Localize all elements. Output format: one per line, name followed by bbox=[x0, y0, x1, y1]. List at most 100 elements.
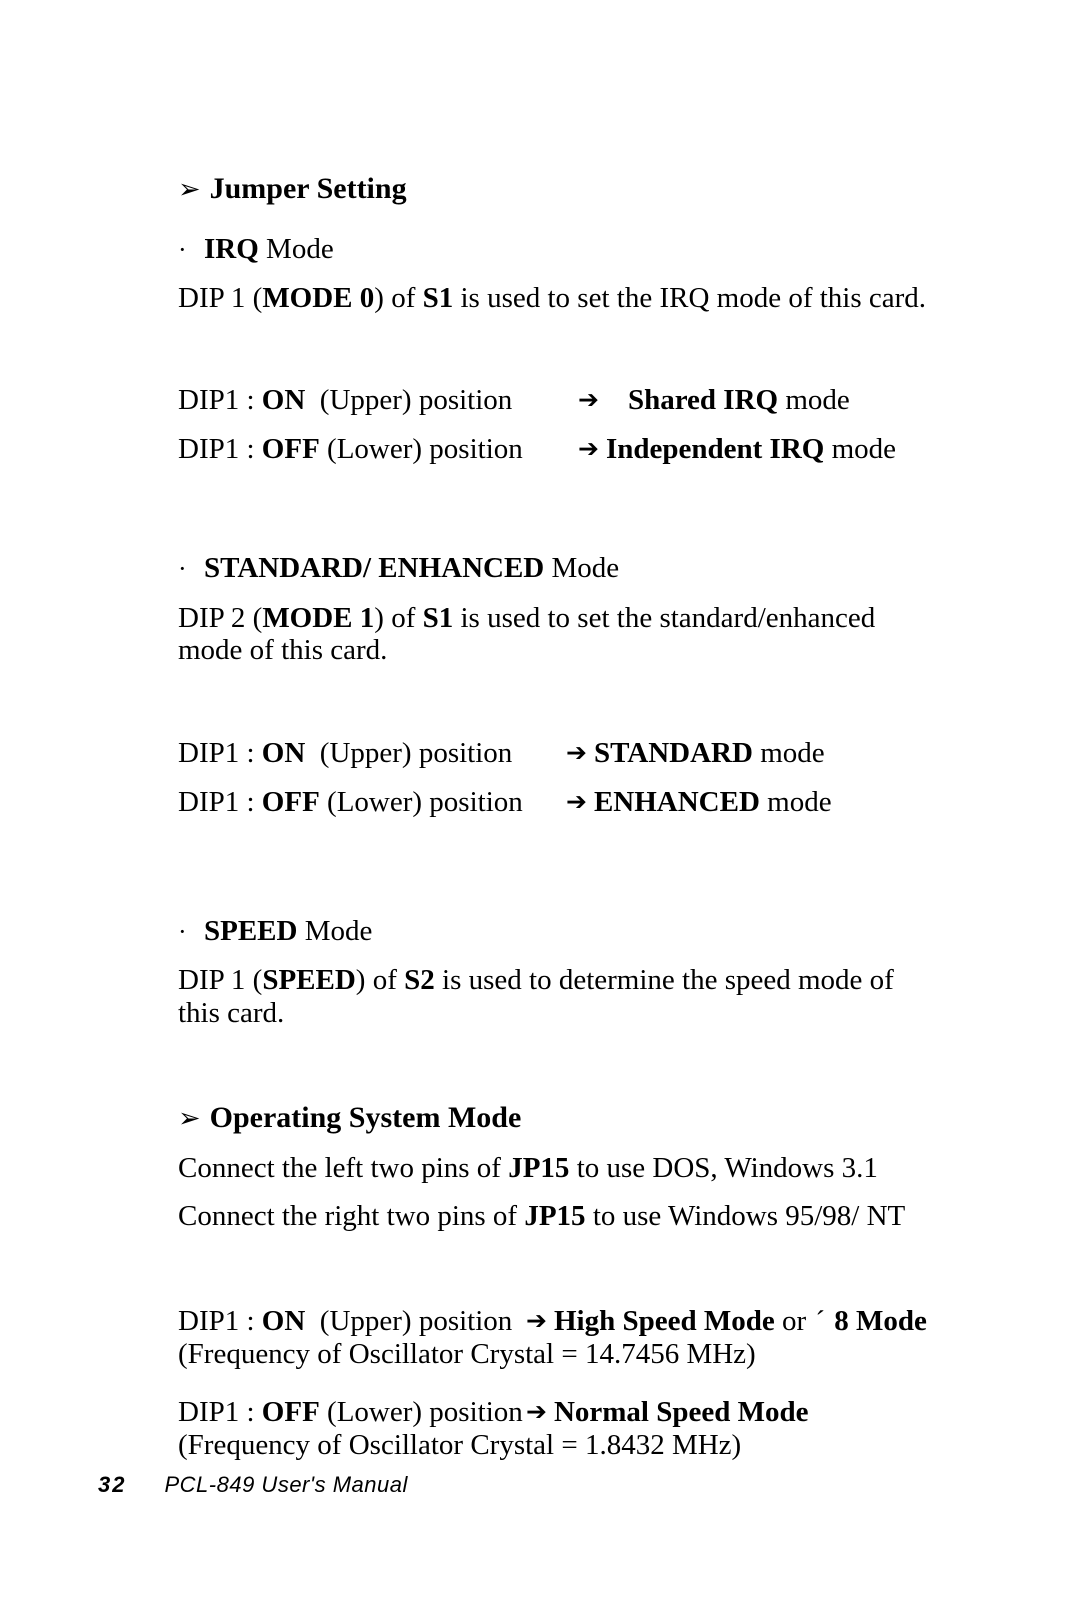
subheading-speed-mode: · SPEED Mode bbox=[178, 915, 968, 948]
dip-row-high-speed-right: ➔ High Speed Mode or ´ 8 Mode bbox=[526, 1305, 927, 1338]
paragraph-irq-description: DIP 1 (MODE 0) of S1 is used to set the … bbox=[178, 282, 968, 314]
arrow-right-icon: ➔ bbox=[526, 1397, 547, 1427]
dip-row-irq-on-left: DIP1 : ON (Upper) position bbox=[178, 384, 578, 417]
dip-result-rest: mode bbox=[759, 785, 832, 818]
dip-row-normal-speed-left: DIP1 : OFF (Lower) position bbox=[178, 1396, 526, 1429]
arrow-right-icon: ➔ bbox=[578, 385, 599, 415]
dip-result-bold: Shared IRQ bbox=[627, 384, 779, 417]
dip-row-irq-off: DIP1 : OFF (Lower) position ➔ Independent… bbox=[178, 433, 968, 466]
heading-operating-system-mode: ➢ Operating System Mode bbox=[178, 1101, 968, 1136]
dip-result-bold2: 8 Mode bbox=[827, 1304, 927, 1337]
dip-result-bold: High Speed Mode bbox=[553, 1304, 775, 1337]
speed-desc-b1: SPEED bbox=[262, 964, 356, 997]
dip-position: (Lower) position bbox=[319, 785, 523, 818]
connect-left-p1: Connect the left two pins of bbox=[178, 1151, 509, 1184]
dip-row-irq-on-right: ➔ Shared IRQ mode bbox=[578, 384, 850, 417]
dip-row-enhanced-right: ➔ ENHANCED mode bbox=[566, 786, 832, 819]
connect-left-b1: JP15 bbox=[508, 1151, 570, 1184]
irq-desc-b1: MODE 0 bbox=[262, 281, 375, 314]
speed-desc-p2: ) of bbox=[355, 964, 405, 997]
dip-row-normal-speed-right: ➔ Normal Speed Mode bbox=[526, 1396, 808, 1429]
se-desc-p1: DIP 2 ( bbox=[178, 601, 263, 634]
connect-left-p2: to use DOS, Windows 3.1 bbox=[569, 1151, 878, 1184]
subheading-speed-mode-rest: Mode bbox=[297, 914, 373, 947]
note-oscillator-high: (Frequency of Oscillator Crystal = 14.74… bbox=[178, 1337, 756, 1370]
dip-row-irq-off-right: ➔ Independent IRQ mode bbox=[578, 433, 896, 466]
dip-result-rest: mode bbox=[778, 384, 850, 417]
arrow-right-icon: ➔ bbox=[566, 786, 587, 816]
dip-state: ON bbox=[261, 736, 306, 769]
se-desc-b1: MODE 1 bbox=[262, 601, 375, 634]
dip-prefix: DIP1 : bbox=[178, 736, 262, 769]
dip-position: (Upper) position bbox=[305, 1304, 513, 1337]
dip-state: ON bbox=[261, 1304, 306, 1337]
subheading-irq-mode-bold: IRQ bbox=[204, 232, 259, 265]
connect-right-p1: Connect the right two pins of bbox=[178, 1200, 525, 1233]
dip-result-bold: STANDARD bbox=[593, 736, 753, 769]
dip-prefix: DIP1 : bbox=[178, 433, 262, 466]
subheading-speed-mode-bold: SPEED bbox=[204, 914, 298, 947]
dip-result-bold: ENHANCED bbox=[593, 785, 760, 818]
dip-result-rest: mode bbox=[752, 736, 825, 769]
connect-right-p2: to use Windows 95/98/ NT bbox=[585, 1200, 906, 1233]
dip-state: ON bbox=[261, 384, 306, 417]
se-desc-p2: ) of bbox=[374, 601, 423, 634]
dip-position: (Upper) position bbox=[305, 384, 513, 417]
page-content: ➢ Jumper Setting · IRQ Mode DIP 1 (MODE 0… bbox=[178, 172, 968, 1462]
arrow-right-icon: ➔ bbox=[578, 434, 599, 464]
dip-row-normal-speed: DIP1 : OFF (Lower) position ➔ Normal Spee… bbox=[178, 1396, 968, 1429]
middle-dot-icon: · bbox=[178, 234, 187, 264]
heading-jumper-setting-label: Jumper Setting bbox=[209, 172, 407, 205]
subheading-irq-mode-rest: Mode bbox=[258, 232, 334, 265]
dip-state: OFF bbox=[261, 785, 320, 818]
dip-row-enhanced: DIP1 : OFF (Lower) position ➔ ENHANCED mo… bbox=[178, 786, 968, 819]
dip-prefix: DIP1 : bbox=[178, 384, 262, 417]
heading-operating-system-mode-label: Operating System Mode bbox=[209, 1101, 522, 1135]
paragraph-standard-enhanced-description: DIP 2 (MODE 1) of S1 is used to set the … bbox=[178, 602, 938, 667]
wingding-arrowhead-icon: ➢ bbox=[178, 174, 201, 204]
dip-prefix: DIP1 : bbox=[178, 1396, 262, 1429]
irq-desc-p2: ) of bbox=[374, 281, 423, 314]
dip-row-irq-on: DIP1 : ON (Upper) position ➔ Shared IRQ m… bbox=[178, 384, 968, 417]
dip-result-mid: or bbox=[774, 1304, 814, 1337]
irq-desc-b2: S1 bbox=[422, 281, 454, 314]
irq-desc-p1: DIP 1 ( bbox=[178, 281, 263, 314]
se-desc-b2: S1 bbox=[422, 601, 454, 634]
dip-position: (Upper) position bbox=[305, 736, 513, 769]
page-number: 32 bbox=[98, 1472, 127, 1497]
subheading-standard-enhanced-mode: · STANDARD/ ENHANCED Mode bbox=[178, 552, 968, 585]
heading-jumper-setting: ➢ Jumper Setting bbox=[178, 172, 968, 207]
dip-prefix: DIP1 : bbox=[178, 785, 262, 818]
page-footer: 32 PCL-849 User's Manual bbox=[98, 1472, 408, 1498]
dip-result-bold: Independent IRQ bbox=[605, 433, 825, 466]
dip-row-enhanced-left: DIP1 : OFF (Lower) position bbox=[178, 786, 566, 819]
dip-result-rest: mode bbox=[824, 433, 897, 466]
line-connect-left-pins: Connect the left two pins of JP15 to use… bbox=[178, 1152, 968, 1184]
line-connect-right-pins: Connect the right two pins of JP15 to us… bbox=[178, 1200, 968, 1232]
dip-row-high-speed-left: DIP1 : ON (Upper) position bbox=[178, 1305, 526, 1338]
middle-dot-icon: · bbox=[178, 554, 187, 584]
subheading-standard-enhanced-rest: Mode bbox=[544, 552, 620, 585]
middle-dot-icon: · bbox=[178, 916, 187, 946]
acute-accent-symbol: ´ bbox=[815, 1304, 826, 1337]
dip-position: (Lower) position bbox=[319, 433, 523, 466]
arrow-right-icon: ➔ bbox=[566, 737, 587, 767]
manual-page: ➢ Jumper Setting · IRQ Mode DIP 1 (MODE 0… bbox=[0, 0, 1080, 1622]
arrow-right-icon: ➔ bbox=[526, 1305, 547, 1335]
dip-row-standard-right: ➔ STANDARD mode bbox=[566, 737, 825, 770]
dip-state: OFF bbox=[261, 1396, 320, 1429]
irq-desc-p3: is used to set the IRQ mode of this card… bbox=[453, 281, 927, 314]
dip-position: (Lower) position bbox=[319, 1396, 523, 1429]
wingding-arrowhead-icon: ➢ bbox=[178, 1103, 201, 1134]
speed-desc-b2: S2 bbox=[404, 964, 435, 997]
paragraph-speed-description: DIP 1 (SPEED) of S2 is used to determine… bbox=[178, 964, 908, 1029]
document-title: PCL-849 User's Manual bbox=[164, 1472, 408, 1497]
dip-row-irq-off-left: DIP1 : OFF (Lower) position bbox=[178, 433, 578, 466]
dip-state: OFF bbox=[261, 433, 320, 466]
connect-right-b1: JP15 bbox=[524, 1200, 586, 1233]
dip-result-bold: Normal Speed Mode bbox=[553, 1396, 809, 1429]
dip-row-standard: DIP1 : ON (Upper) position ➔ STANDARD mod… bbox=[178, 737, 968, 770]
dip-row-high-speed: DIP1 : ON (Upper) position ➔ High Speed M… bbox=[178, 1305, 968, 1338]
note-oscillator-normal: (Frequency of Oscillator Crystal = 1.843… bbox=[178, 1429, 742, 1462]
subheading-irq-mode: · IRQ Mode bbox=[178, 233, 968, 266]
